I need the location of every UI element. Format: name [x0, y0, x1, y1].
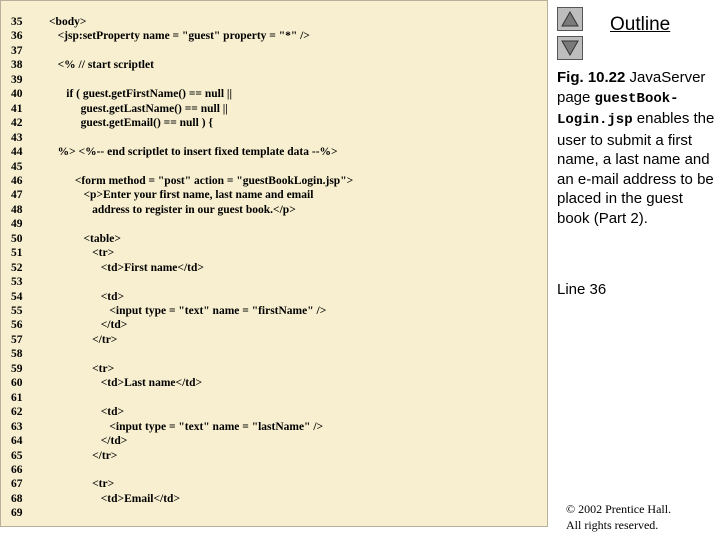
line-number: 60 — [11, 377, 23, 390]
line-reference: Line 36 — [557, 281, 607, 298]
line-number: 36 — [11, 30, 23, 43]
previous-slide-button[interactable] — [557, 7, 583, 31]
line-number: 47 — [11, 189, 23, 202]
code-text: guest.getEmail() == null ) { — [49, 117, 213, 130]
line-number: 57 — [11, 333, 23, 346]
line-number: 35 — [11, 16, 23, 28]
line-number: 67 — [11, 478, 23, 491]
line-number: 66 — [11, 463, 23, 476]
line-number: 41 — [11, 102, 23, 115]
line-number: 48 — [11, 203, 23, 216]
triangle-down-icon — [561, 40, 579, 56]
code-text: <td>Email</td> — [49, 492, 180, 505]
code-text: </td> — [49, 319, 128, 332]
copyright-line-1: © 2002 Prentice Hall. — [566, 502, 672, 516]
code-text: <tr> — [49, 478, 115, 491]
code-listing-panel: 35 <body> 36 <jsp:setProperty name = "gues… — [0, 0, 548, 527]
line-number: 54 — [11, 290, 23, 303]
line-number: 63 — [11, 420, 23, 433]
line-number: 69 — [11, 507, 23, 520]
copyright-notice: © 2002 Prentice Hall. All rights reserve… — [566, 502, 671, 533]
code-text: <td> — [49, 290, 125, 303]
code-text: <jsp:setProperty name = "guest" property… — [49, 30, 310, 43]
line-number: 42 — [11, 117, 23, 130]
code-text: <form method = "post" action = "guestBoo… — [49, 174, 354, 187]
code-text: <p>Enter your first name, last name and … — [49, 189, 314, 202]
line-number: 61 — [11, 391, 23, 404]
code-text: <td> — [49, 406, 125, 419]
next-slide-button[interactable] — [557, 36, 583, 60]
line-number: 39 — [11, 73, 23, 86]
caption-filename-b: Login.jsp — [557, 112, 633, 128]
code-text: <tr> — [49, 362, 115, 375]
code-text: </tr> — [49, 449, 118, 462]
code-text: <td>First name</td> — [49, 261, 204, 274]
triangle-up-icon — [561, 11, 579, 27]
line-number: 62 — [11, 406, 23, 419]
line-number: 51 — [11, 247, 23, 260]
code-text: <body> — [49, 16, 87, 28]
figure-number: Fig. 10.22 — [557, 69, 626, 86]
code-text: if ( guest.getFirstName() == null || — [49, 88, 232, 101]
line-number: 44 — [11, 146, 23, 159]
outline-link[interactable]: Outline — [610, 14, 670, 36]
line-number: 46 — [11, 174, 23, 187]
line-number: 56 — [11, 319, 23, 332]
line-number: 40 — [11, 88, 23, 101]
code-text: <input type = "text" name = "lastName" /… — [49, 420, 324, 433]
code-text: <td>Last name</td> — [49, 377, 203, 390]
line-number: 58 — [11, 348, 23, 361]
line-number: 59 — [11, 362, 23, 375]
code-text: %> <%-- end scriptlet to insert fixed te… — [49, 146, 338, 159]
line-number: 37 — [11, 44, 23, 57]
line-number: 49 — [11, 218, 23, 231]
code-text: </td> — [49, 435, 128, 448]
line-number: 55 — [11, 305, 23, 317]
code-text: </tr> — [49, 333, 118, 346]
line-number: 43 — [11, 131, 23, 144]
figure-caption: Fig. 10.22 JavaServer page guestBook- Log… — [557, 68, 717, 228]
line-number: 53 — [11, 276, 23, 289]
code-text: <% // start scriptlet — [49, 59, 154, 72]
code-text: <table> — [49, 232, 121, 245]
line-number: 38 — [11, 59, 23, 72]
code-text: <input type = "text" name = "firstName" … — [49, 305, 327, 317]
code-text: <tr> — [49, 247, 115, 260]
copyright-line-2: All rights reserved. — [566, 517, 659, 532]
caption-filename-a: guestBook- — [594, 90, 679, 107]
code-text: address to register in our guest book.</… — [49, 203, 296, 216]
line-number: 45 — [11, 160, 23, 173]
code-text: guest.getLastName() == null || — [49, 102, 228, 115]
line-number: 68 — [11, 492, 23, 505]
line-number: 64 — [11, 435, 23, 448]
line-number: 52 — [11, 261, 23, 274]
line-number: 50 — [11, 232, 23, 245]
line-number: 65 — [11, 449, 23, 462]
